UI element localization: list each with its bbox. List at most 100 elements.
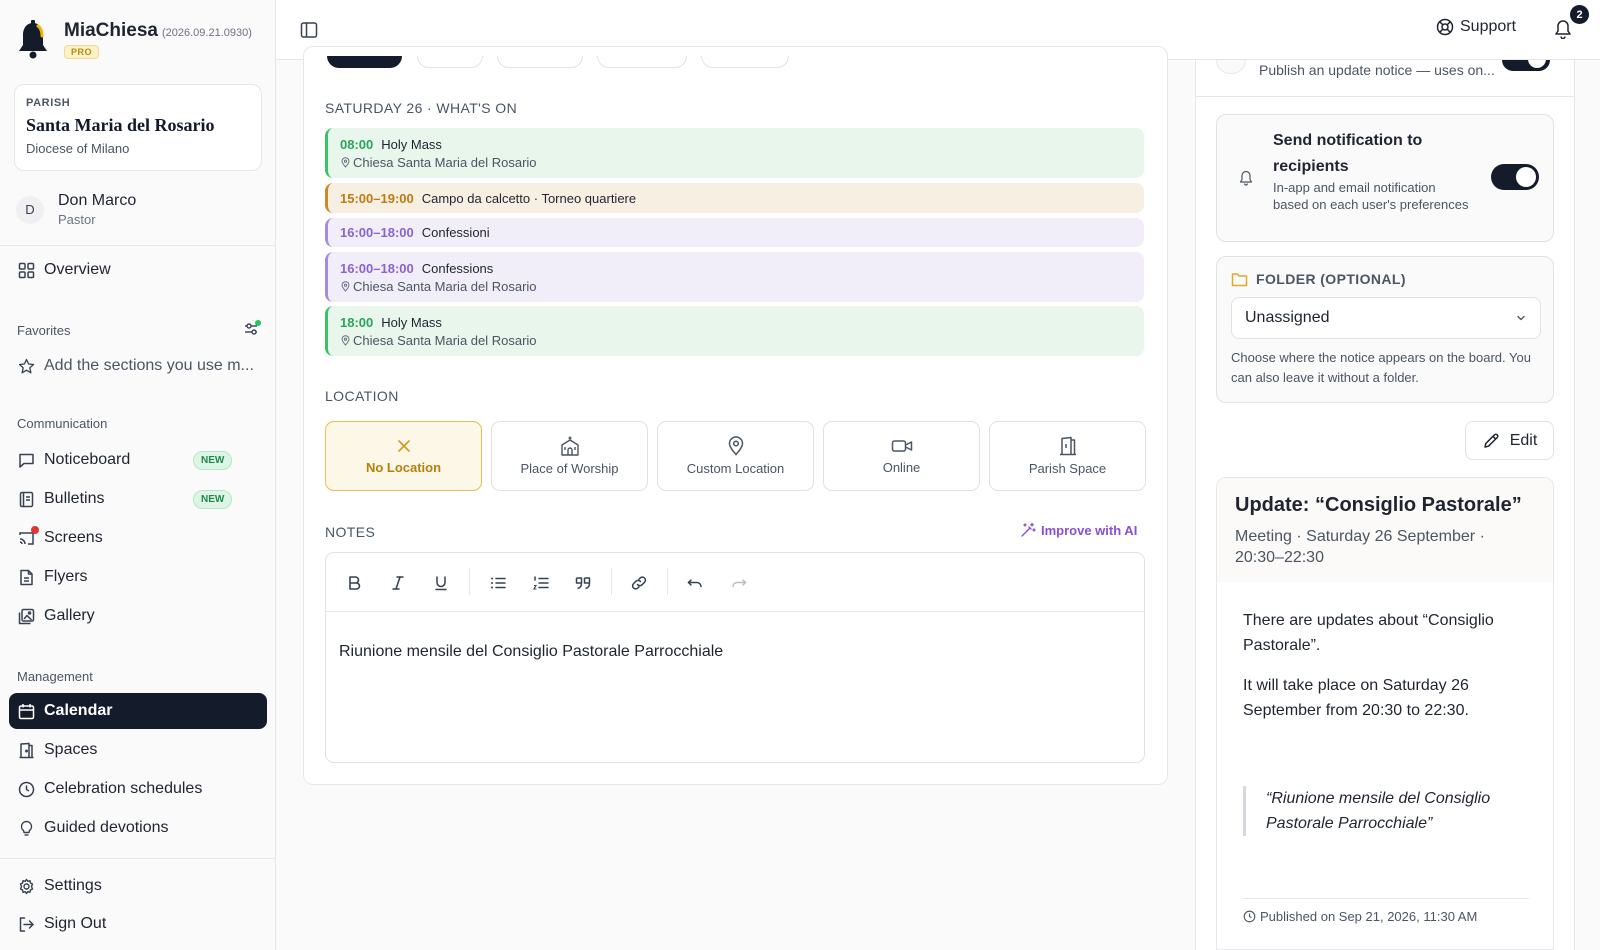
schedule-event[interactable]: 18:00 Holy Mass Chiesa Santa Maria del Ro… [325, 306, 1144, 356]
send-notification-card: Send notification to recipients In-app a… [1216, 114, 1554, 242]
send-notification-toggle[interactable] [1491, 164, 1539, 190]
bold-icon[interactable] [345, 574, 363, 592]
schedule-event[interactable]: 16:00–18:00 Confessioni [325, 218, 1144, 247]
italic-icon[interactable] [389, 574, 407, 592]
sidebar-divider [0, 858, 276, 859]
location-option-custom[interactable]: Custom Location [657, 421, 814, 491]
location-option-label: No Location [365, 460, 442, 475]
improve-with-ai-button[interactable]: Improve with AI [1020, 522, 1137, 538]
bullet-list-icon[interactable] [489, 574, 507, 592]
view-pill-active[interactable] [327, 56, 402, 68]
numbered-list-icon[interactable] [532, 574, 550, 592]
grid-icon [18, 262, 35, 278]
sidebar-item-label: Flyers [44, 568, 88, 585]
publish-update-subtitle: Publish an update notice — uses on... [1259, 62, 1495, 78]
publish-update-toggle[interactable] [1502, 60, 1550, 71]
sidebar-item-guided-devotions[interactable]: Guided devotions [9, 810, 267, 846]
support-button[interactable]: Support [1436, 18, 1516, 36]
door-icon [1059, 436, 1076, 456]
favorites-add[interactable]: Add the sections you use m... [9, 348, 267, 384]
sidebar-item-overview[interactable]: Overview [9, 252, 267, 288]
parish-kicker: PARISH [26, 97, 71, 109]
sidebar-item-settings[interactable]: Settings [9, 868, 267, 904]
file-text-icon [20, 569, 33, 585]
notes-editor[interactable]: Riunione mensile del Consiglio Pastorale… [325, 552, 1145, 763]
favorites-add-label: Add the sections you use m... [44, 357, 254, 374]
sidebar-item-label: Screens [44, 529, 103, 546]
location-option-label: Online [882, 460, 921, 475]
brand[interactable]: MiaChiesa (2026.09.21.0930) PRO [16, 20, 252, 60]
event-time: 18:00 [340, 314, 374, 330]
schedule-title: SATURDAY 26 · WHAT'S ON [325, 100, 518, 116]
sidebar-item-bulletins[interactable]: Bulletins NEW [9, 481, 267, 517]
toolbar-separator [667, 568, 668, 595]
favorites-title: Favorites [17, 323, 71, 338]
bell-logo-icon [19, 20, 47, 59]
parish-name: Santa Maria del Rosario [26, 115, 215, 135]
screen-icon-wrap [18, 525, 39, 547]
user-role: Pastor [58, 212, 96, 227]
link-icon[interactable] [630, 574, 648, 592]
quote-icon[interactable] [574, 574, 592, 592]
underline-icon[interactable] [432, 574, 450, 592]
view-pill[interactable] [417, 56, 483, 68]
sidebar-item-screens[interactable]: Screens [9, 520, 267, 556]
location-option-none[interactable]: No Location [325, 421, 482, 491]
sidebar-item-sign-out[interactable]: Sign Out [9, 906, 267, 942]
app-version: (2026.09.21.0930) [161, 27, 252, 39]
video-icon [891, 440, 912, 452]
sidebar-item-spaces[interactable]: Spaces [9, 732, 267, 768]
location-option-online[interactable]: Online [823, 421, 980, 491]
view-pill[interactable] [701, 56, 789, 68]
location-option-label: Parish Space [1028, 461, 1107, 476]
view-pill[interactable] [497, 56, 583, 68]
send-notification-title: Send notification to recipients [1273, 132, 1423, 175]
clock-icon [1243, 910, 1256, 923]
lightbulb-icon [20, 820, 33, 836]
sidebar-item-label: Guided devotions [44, 819, 169, 836]
event-title: Holy Mass [381, 314, 442, 330]
location-option-parish-space[interactable]: Parish Space [989, 421, 1146, 491]
sidebar-item-celebration-schedules[interactable]: Celebration schedules [9, 771, 267, 807]
sidebar-item-flyers[interactable]: Flyers [9, 559, 267, 595]
sidebar-item-calendar[interactable]: Calendar [9, 693, 267, 729]
parish-diocese: Diocese of Milano [26, 141, 130, 156]
sidebar-item-label: Settings [44, 877, 102, 894]
map-pin-icon [341, 156, 350, 168]
toolbar-separator [469, 568, 470, 595]
filter-settings-icon[interactable] [243, 320, 261, 338]
x-icon [397, 440, 410, 452]
parish-card[interactable]: PARISH Santa Maria del Rosario Diocese o… [14, 84, 262, 171]
location-option-place-of-worship[interactable]: Place of Worship [491, 421, 648, 491]
new-badge: NEW [193, 450, 233, 470]
images-icon [18, 608, 35, 624]
sidebar-item-label: Calendar [44, 702, 113, 719]
event-time: 08:00 [340, 136, 374, 152]
clock-icon [18, 781, 35, 797]
undo-icon[interactable] [686, 574, 704, 592]
user-profile[interactable]: D Don Marco Pastor [16, 192, 136, 227]
door-icon [19, 742, 34, 758]
folder-select[interactable]: Unassigned [1231, 297, 1541, 339]
send-notification-subtitle: In-app and email notification based on e… [1273, 180, 1469, 212]
bell-icon[interactable] [1554, 19, 1572, 39]
notes-content[interactable]: Riunione mensile del Consiglio Pastorale… [326, 612, 1144, 692]
sidebar-item-noticeboard[interactable]: Noticeboard NEW [9, 442, 267, 478]
preview-meta: Meeting · Saturday 26 September · 20:30–… [1235, 528, 1485, 566]
schedule-event[interactable]: 16:00–18:00 Confessions Chiesa Santa Mari… [325, 252, 1144, 302]
schedule-event[interactable]: 08:00 Holy Mass Chiesa Santa Maria del Ro… [325, 128, 1144, 178]
event-title: Confessions [421, 260, 494, 276]
sidebar: MiaChiesa (2026.09.21.0930) PRO PARISH Sa… [0, 0, 276, 950]
preview-divider [1243, 898, 1529, 899]
event-location: Chiesa Santa Maria del Rosario [353, 332, 537, 348]
event-title: Confessioni [421, 225, 490, 240]
redo-icon[interactable] [730, 574, 748, 592]
preview-paragraph: It will take place on Saturday 26 Septem… [1243, 677, 1469, 719]
view-pill[interactable] [597, 56, 687, 68]
chevron-down-icon [1517, 315, 1525, 321]
editor-toolbar [326, 553, 1144, 612]
schedule-event[interactable]: 15:00–19:00 Campo da calcetto · Torneo qu… [325, 183, 1144, 213]
sidebar-item-gallery[interactable]: Gallery [9, 598, 267, 634]
sidebar-toggle-icon[interactable] [300, 21, 318, 39]
edit-button[interactable]: Edit [1465, 421, 1554, 460]
